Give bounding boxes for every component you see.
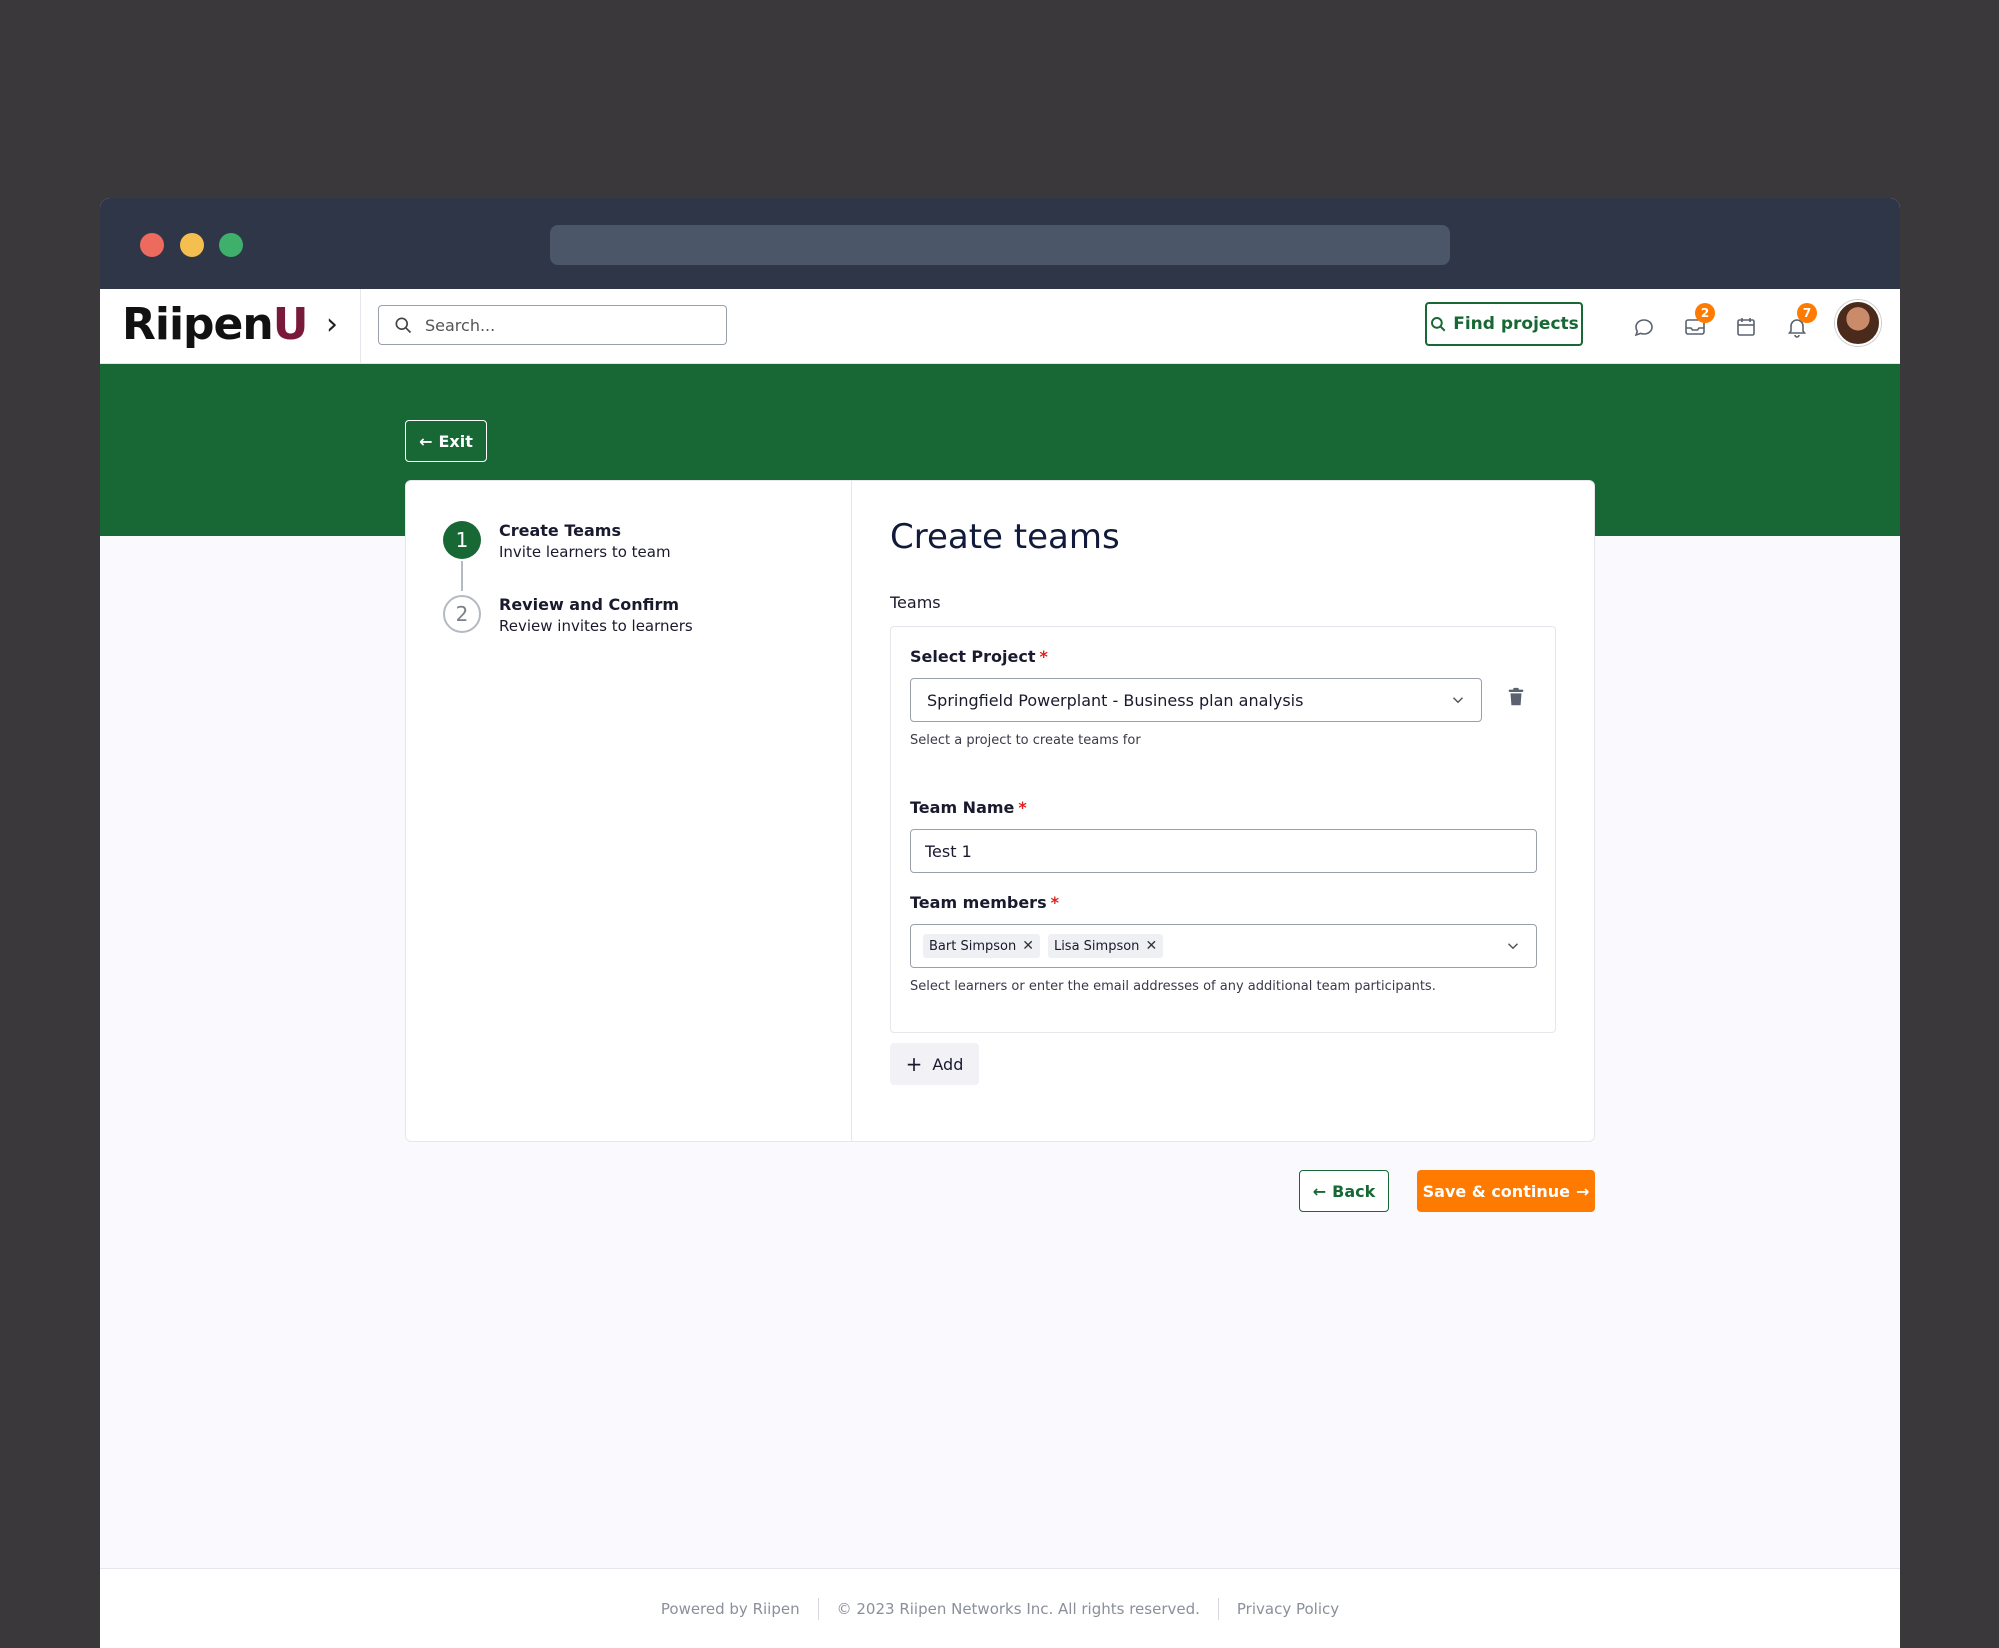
save-label: Save & continue [1422,1181,1570,1201]
address-bar[interactable] [550,225,1450,265]
chevron-right-icon[interactable]: › [326,307,338,342]
arrow-right-icon: → [1575,1181,1590,1201]
minimize-window-button[interactable] [180,233,204,257]
chevron-down-icon [1507,943,1519,950]
back-label: Back [1332,1181,1376,1201]
bell-icon[interactable]: 7 [1785,303,1817,339]
arrow-left-icon: ← [1312,1181,1327,1201]
search-box [378,305,727,345]
chat-icon[interactable] [1632,315,1656,339]
project-help-text: Select a project to create teams for [910,733,1141,748]
step-number: 1 [443,521,481,559]
member-chip-label: Lisa Simpson [1053,938,1140,954]
add-team-button[interactable]: + Add [890,1043,979,1085]
find-projects-label: Find projects [1453,314,1579,334]
page-title: Create teams [890,517,1120,557]
teams-section-label: Teams [890,593,941,612]
plus-icon: + [905,1052,923,1076]
wizard-card: 1 Create Teams Invite learners to team 2… [405,480,1595,1142]
browser-window: RiipenU › Find projects 2 7 ← Exit [100,198,1900,1648]
team-members-label: Team members * [910,893,1059,912]
step-title: Review and Confirm [499,595,680,614]
member-chip: Lisa Simpson ✕ [1047,934,1164,958]
powered-by-link[interactable]: Powered by Riipen [643,1600,818,1618]
user-avatar[interactable] [1835,300,1881,346]
browser-titlebar [100,198,1900,289]
step-number: 2 [443,595,481,633]
privacy-policy-link[interactable]: Privacy Policy [1219,1600,1357,1618]
chevron-down-icon [1452,697,1464,704]
logo-text: Riipen [122,299,274,350]
maximize-window-button[interactable] [219,233,243,257]
find-projects-button[interactable]: Find projects [1425,302,1583,346]
inbox-badge: 2 [1695,303,1715,323]
close-window-button[interactable] [140,233,164,257]
step-subtitle: Review invites to learners [499,617,693,635]
copyright-text: © 2023 Riipen Networks Inc. All rights r… [836,1599,1200,1618]
exit-label: Exit [438,431,473,451]
exit-button[interactable]: ← Exit [405,420,487,462]
step-connector [461,561,463,591]
arrow-left-icon: ← [419,431,433,451]
member-chip: Bart Simpson ✕ [923,934,1040,958]
trash-icon[interactable] [1505,685,1527,709]
project-select[interactable]: Springfield Powerplant - Business plan a… [910,678,1482,722]
page-footer: Powered by Riipen © 2023 Riipen Networks… [100,1568,1900,1648]
notifications-badge: 7 [1797,303,1817,323]
step-title: Create Teams [499,521,621,540]
nav-divider [360,289,361,364]
team-card: Select Project * Springfield Powerplant -… [890,626,1556,1033]
back-button[interactable]: ← Back [1299,1170,1389,1212]
team-members-select[interactable]: Bart Simpson ✕ Lisa Simpson ✕ [910,924,1537,968]
member-chip-label: Bart Simpson [929,938,1017,954]
team-members-help-text: Select learners or enter the email addre… [910,979,1436,994]
logo-accent: U [272,299,309,350]
add-label: Add [932,1054,964,1074]
project-select-value: Springfield Powerplant - Business plan a… [927,690,1304,710]
search-input[interactable] [425,315,705,335]
save-continue-button[interactable]: Save & continue → [1417,1170,1595,1212]
select-project-label: Select Project * [910,647,1048,666]
stepper: 1 Create Teams Invite learners to team 2… [406,481,852,1141]
step-subtitle: Invite learners to team [499,543,671,561]
top-navigation: RiipenU › Find projects 2 7 [100,289,1900,364]
search-icon [1431,317,1446,332]
remove-chip-icon[interactable]: ✕ [1022,938,1034,954]
inbox-icon[interactable]: 2 [1683,303,1715,339]
calendar-icon[interactable] [1734,315,1758,339]
team-name-input[interactable] [910,829,1537,873]
team-name-label: Team Name * [910,798,1027,817]
remove-chip-icon[interactable]: ✕ [1145,938,1157,954]
search-icon [395,317,412,334]
riipen-logo[interactable]: RiipenU [122,299,309,350]
